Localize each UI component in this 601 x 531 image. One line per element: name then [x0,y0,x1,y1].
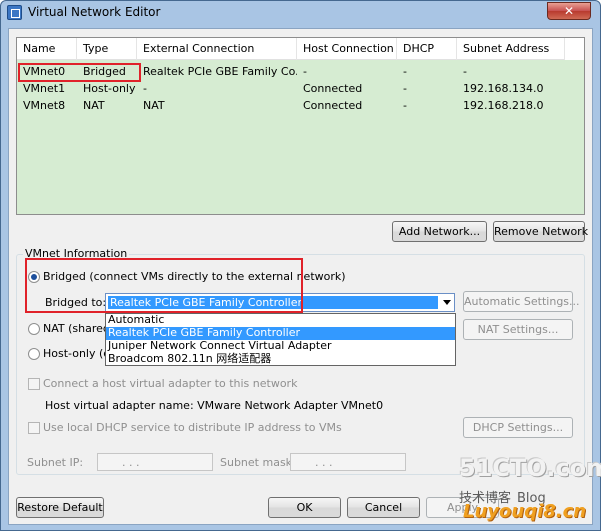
cell-subnet-address: 192.168.218.0 [463,99,544,112]
column-header-type[interactable]: Type [77,38,137,60]
cell-host-connection: - [303,65,307,78]
cell-name: VMnet1 [23,82,66,95]
chevron-down-icon[interactable] [443,300,451,305]
column-header-host-connection[interactable]: Host Connection [297,38,397,60]
cell-external-connection: NAT [143,99,165,112]
window-title: Virtual Network Editor [28,5,161,19]
adapter-name-label: Host virtual adapter name: VMware Networ… [45,399,384,412]
bridged-to-select[interactable]: Realtek PCIe GBE Family Controller [105,293,455,312]
column-header-external-connection[interactable]: External Connection [137,38,297,60]
bridged-to-selected-value: Realtek PCIe GBE Family Controller [108,296,438,309]
cell-external-connection: - [143,82,147,95]
cell-name: VMnet8 [23,99,66,112]
table-row[interactable]: VMnet1 Host-only - Connected - 192.168.1… [17,81,584,97]
cell-type: Host-only [83,82,136,95]
dhcp-checkbox[interactable] [28,422,40,434]
subnet-mask-field[interactable]: . . . [290,453,406,471]
subnet-ip-label: Subnet IP: [27,456,84,469]
bridged-radio[interactable] [28,271,40,283]
cell-external-connection: Realtek PCIe GBE Family Co... [143,65,297,78]
cell-host-connection: Connected [303,82,363,95]
cell-subnet-address: - [463,65,467,78]
connect-adapter-checkbox[interactable] [28,378,40,390]
restore-default-button[interactable]: Restore Default [16,497,104,518]
vmnet-info-legend: VMnet Information [23,247,130,260]
dropdown-option-broadcom[interactable]: Broadcom 802.11n 网络适配器 [106,353,455,366]
dhcp-label: Use local DHCP service to distribute IP … [43,421,342,434]
cell-type: NAT [83,99,105,112]
automatic-settings-button[interactable]: Automatic Settings... [463,291,580,312]
cell-dhcp: - [403,82,407,95]
watermark-cn-logo: Luyouqi8.cn [463,501,587,522]
title-bar[interactable]: Virtual Network Editor ✕ [1,1,600,25]
table-row[interactable]: VMnet8 NAT NAT Connected - 192.168.218.0 [17,98,584,114]
subnet-mask-label: Subnet mask: [220,456,296,469]
cell-dhcp: - [403,99,407,112]
cell-type: Bridged [83,65,126,78]
ok-button[interactable]: OK [268,497,341,518]
app-icon [7,5,22,20]
close-button[interactable]: ✕ [547,2,591,20]
column-header-dhcp[interactable]: DHCP [397,38,457,60]
dhcp-settings-button[interactable]: DHCP Settings... [463,417,573,438]
bridged-to-label: Bridged to: [45,296,107,309]
window-frame: Virtual Network Editor ✕ Name Type Exter… [0,0,601,531]
cell-name: VMnet0 [23,65,66,78]
table-row[interactable]: VMnet0 Bridged Realtek PCIe GBE Family C… [17,64,584,80]
bridged-label[interactable]: Bridged (connect VMs directly to the ext… [43,270,346,283]
column-header-name[interactable]: Name [17,38,77,60]
subnet-ip-field[interactable]: . . . [97,453,213,471]
nat-settings-button[interactable]: NAT Settings... [463,319,573,340]
subnet-ip-dots: . . . [122,456,140,469]
header-filler [565,38,584,60]
subnet-mask-dots: . . . [315,456,333,469]
remove-network-button[interactable]: Remove Network [493,221,588,242]
connect-adapter-label: Connect a host virtual adapter to this n… [43,377,298,390]
watermark-site-logo: 51CTO.com [459,454,601,482]
add-network-button[interactable]: Add Network... [392,221,487,242]
cell-host-connection: Connected [303,99,363,112]
dialog-client: Name Type External Connection Host Conne… [8,28,593,525]
column-header-subnet-address[interactable]: Subnet Address [457,38,565,60]
cancel-button[interactable]: Cancel [347,497,420,518]
bridged-to-dropdown-list[interactable]: Automatic Realtek PCIe GBE Family Contro… [105,313,456,366]
cell-subnet-address: 192.168.134.0 [463,82,544,95]
nat-label[interactable]: NAT (shared [43,322,110,335]
hostonly-radio[interactable] [28,348,40,360]
list-header: Name Type External Connection Host Conne… [17,38,584,60]
network-list[interactable]: Name Type External Connection Host Conne… [16,37,585,215]
cell-dhcp: - [403,65,407,78]
nat-radio[interactable] [28,323,40,335]
